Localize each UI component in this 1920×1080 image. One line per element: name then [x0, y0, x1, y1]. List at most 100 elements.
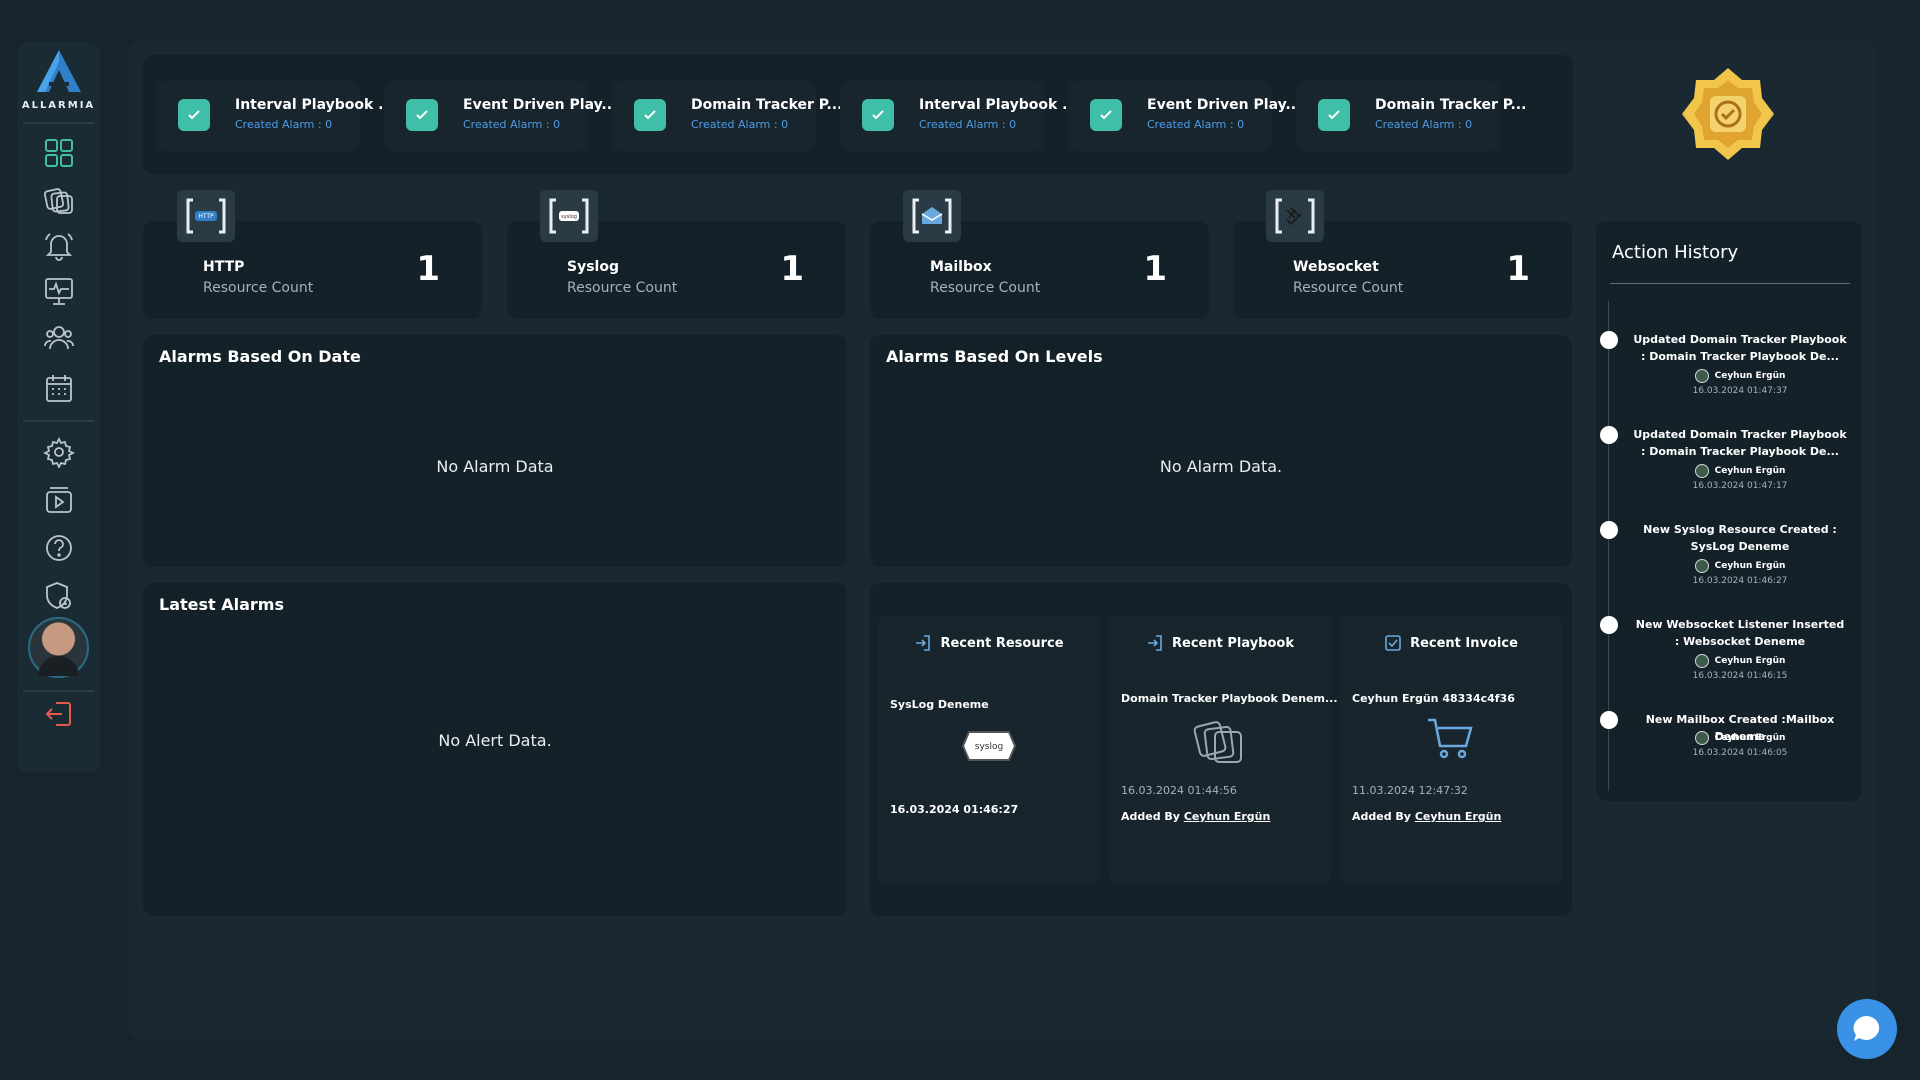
- sidebar-item-help[interactable]: [43, 532, 75, 564]
- playbook-card[interactable]: Domain Tracker P... Created Alarm : 0: [1296, 81, 1526, 151]
- playbook-card[interactable]: Event Driven Play... Created Alarm : 0: [384, 81, 617, 151]
- resource-name: Websocket: [1293, 259, 1379, 275]
- added-by-user-link[interactable]: Ceyhun Ergün: [1415, 810, 1502, 823]
- timeline-dot: [1600, 521, 1618, 539]
- alarms-by-date-panel: Alarms Based On Date No Alarm Data: [143, 335, 847, 567]
- user-mini-avatar: [1694, 559, 1709, 573]
- recent-resource-header: Recent Resource: [878, 634, 1100, 652]
- check-icon: [406, 99, 438, 131]
- sidebar-item-security[interactable]: [43, 580, 75, 612]
- syslog-icon: syslog: [540, 190, 598, 242]
- alarm-bell-icon: [45, 233, 73, 261]
- http-icon: HTTP: [177, 190, 235, 242]
- brand-logo[interactable]: ALLARMIA: [17, 48, 100, 111]
- panel-title: Alarms Based On Date: [159, 347, 361, 366]
- playbooks-icon: [43, 188, 73, 214]
- user-mini-avatar: [1694, 369, 1709, 383]
- playbook-title: Domain Tracker P...: [1375, 97, 1527, 113]
- sidebar-item-monitor[interactable]: [43, 275, 75, 307]
- syslog-logo-icon: syslog: [961, 731, 1017, 761]
- playbook-title: Interval Playbook ...: [919, 97, 1079, 113]
- recent-resource-title: Recent Resource: [940, 635, 1064, 651]
- playbook-title: Event Driven Play...: [463, 97, 618, 113]
- timeline-date: 16.03.2024 01:46:27: [1692, 576, 1788, 586]
- sidebar-item-playbooks[interactable]: [43, 184, 75, 216]
- syslog-logo-label: syslog: [975, 742, 1003, 752]
- achievement-badge-icon: [1682, 68, 1774, 160]
- playbook-title: Interval Playbook ...: [235, 97, 395, 113]
- timeline-dot: [1600, 426, 1618, 444]
- resource-name: Mailbox: [930, 259, 992, 275]
- help-icon: [46, 535, 72, 561]
- resource-count: 1: [1506, 249, 1530, 289]
- check-icon: [862, 99, 894, 131]
- recent-playbook-card[interactable]: Recent Playbook Domain Tracker Playbook …: [1109, 616, 1338, 884]
- resource-count-label: Resource Count: [203, 280, 314, 296]
- playbook-card[interactable]: Interval Playbook ... Created Alarm : 0: [156, 81, 394, 151]
- login-arrow-icon: [916, 635, 931, 651]
- checkbox-icon: [1385, 635, 1401, 651]
- playbook-card[interactable]: Interval Playbook ... Created Alarm : 0: [840, 81, 1078, 151]
- recent-resource-card[interactable]: Recent Resource SysLog Deneme syslog 16.…: [878, 616, 1100, 884]
- settings-gear-icon: [43, 436, 75, 468]
- added-by-label: Added By: [1352, 810, 1411, 823]
- syslog-icon-label: syslog: [561, 214, 577, 220]
- panel-title: Latest Alarms: [159, 595, 284, 614]
- resource-name: HTTP: [203, 259, 245, 275]
- sidebar-item-users[interactable]: [43, 322, 75, 354]
- logout-icon: [45, 702, 71, 726]
- empty-state: No Alert Data.: [438, 731, 552, 750]
- timeline-date: 16.03.2024 01:47:17: [1692, 481, 1788, 491]
- action-history-title: Action History: [1612, 242, 1739, 263]
- latest-alarms-panel: Latest Alarms No Alert Data.: [143, 583, 847, 916]
- added-by-user-link[interactable]: Ceyhun Ergün: [1184, 810, 1271, 823]
- timeline-text: New Websocket Listener Inserted : Websoc…: [1635, 618, 1845, 648]
- sidebar-item-videos[interactable]: [43, 484, 75, 516]
- user-mini-avatar: [1694, 731, 1709, 745]
- user-avatar[interactable]: [28, 617, 89, 678]
- resource-count-label: Resource Count: [930, 280, 1041, 296]
- empty-state: No Alarm Data.: [1159, 457, 1283, 476]
- timeline-text: Updated Domain Tracker Playbook : Domain…: [1633, 428, 1847, 458]
- playbook-created-alarm: Created Alarm : 0: [235, 118, 333, 131]
- timeline-date: 16.03.2024 01:46:05: [1692, 748, 1788, 758]
- http-icon-label: HTTP: [198, 213, 214, 220]
- resource-count-label: Resource Count: [1293, 280, 1404, 296]
- sidebar-divider: [23, 122, 94, 124]
- recent-playbook-header: Recent Playbook: [1109, 634, 1331, 652]
- websocket-icon: [1266, 190, 1324, 242]
- check-icon: [178, 99, 210, 131]
- action-history-panel: Action History Updated Domain Tracker Pl…: [1596, 221, 1862, 801]
- divider: [1610, 283, 1850, 284]
- chat-support-button[interactable]: [1837, 999, 1897, 1059]
- resource-name: Syslog: [567, 259, 619, 275]
- sidebar: ALLARMIA: [17, 42, 100, 773]
- calendar-icon: [46, 375, 72, 402]
- recent-invoice-name: Ceyhun Ergün 48334c4f36: [1352, 692, 1515, 705]
- recent-playbook-date: 16.03.2024 01:44:56: [1121, 784, 1237, 797]
- timeline-dot: [1600, 711, 1618, 729]
- timeline-user-name: Ceyhun Ergün: [1714, 371, 1786, 381]
- playbook-created-alarm: Created Alarm : 0: [919, 118, 1017, 131]
- resource-count: 1: [416, 249, 440, 289]
- recent-resource-date: 16.03.2024 01:46:27: [890, 803, 1019, 816]
- panel-title: Alarms Based On Levels: [886, 347, 1103, 366]
- recent-invoice-card[interactable]: Recent Invoice Ceyhun Ergün 48334c4f36 1…: [1340, 616, 1562, 884]
- empty-state: No Alarm Data: [436, 457, 554, 476]
- sidebar-item-calendar[interactable]: [43, 372, 75, 404]
- sidebar-item-alarms[interactable]: [43, 230, 75, 262]
- added-by-label: Added By: [1121, 810, 1180, 823]
- timeline-user: Ceyhun Ergün: [1632, 654, 1848, 668]
- check-icon: [1318, 99, 1350, 131]
- user-mini-avatar: [1694, 654, 1709, 668]
- brand-name: ALLARMIA: [21, 100, 96, 111]
- allarmia-logo-icon: [36, 50, 81, 92]
- playbook-card[interactable]: Domain Tracker P... Created Alarm : 0: [612, 81, 842, 151]
- sidebar-item-logout[interactable]: [43, 698, 75, 730]
- timeline-dot: [1600, 331, 1618, 349]
- playbooks-icon: [1193, 721, 1242, 763]
- sidebar-item-settings[interactable]: [43, 436, 75, 468]
- playbook-card[interactable]: Event Driven Play... Created Alarm : 0: [1068, 81, 1301, 151]
- playbook-title: Domain Tracker P...: [691, 97, 843, 113]
- sidebar-item-dashboard[interactable]: [43, 137, 75, 169]
